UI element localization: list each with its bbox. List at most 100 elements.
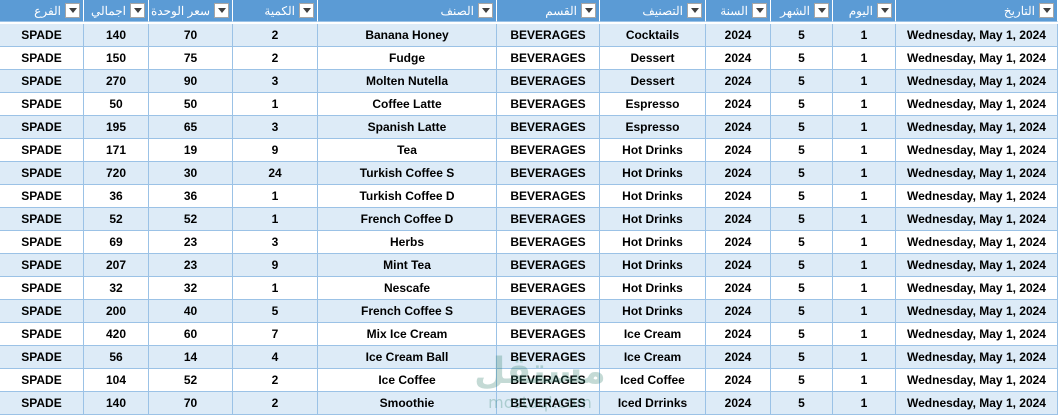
cell-unit_price[interactable]: 23	[149, 231, 233, 254]
cell-total[interactable]: 270	[84, 70, 149, 93]
cell-qty[interactable]: 1	[233, 185, 318, 208]
cell-day[interactable]: 1	[833, 346, 896, 369]
cell-category[interactable]: Ice Cream	[600, 346, 706, 369]
cell-month[interactable]: 5	[771, 254, 833, 277]
cell-qty[interactable]: 9	[233, 139, 318, 162]
cell-category[interactable]: Hot Drinks	[600, 254, 706, 277]
column-header-branch[interactable]: الفرع	[0, 0, 84, 22]
column-header-month[interactable]: الشهر	[771, 0, 833, 22]
column-header-unit_price[interactable]: سعر الوحدة	[149, 0, 233, 22]
cell-date[interactable]: Wednesday, May 1, 2024	[896, 116, 1058, 139]
cell-total[interactable]: 36	[84, 185, 149, 208]
filter-dropdown-branch[interactable]	[65, 3, 80, 18]
cell-department[interactable]: BEVERAGES	[497, 300, 600, 323]
column-header-date[interactable]: التاريخ	[896, 0, 1058, 22]
cell-year[interactable]: 2024	[706, 277, 771, 300]
column-header-day[interactable]: اليوم	[833, 0, 896, 22]
filter-dropdown-category[interactable]	[687, 3, 702, 18]
cell-item[interactable]: Smoothie	[318, 392, 497, 415]
cell-year[interactable]: 2024	[706, 323, 771, 346]
cell-day[interactable]: 1	[833, 254, 896, 277]
cell-total[interactable]: 69	[84, 231, 149, 254]
cell-branch[interactable]: SPADE	[0, 392, 84, 415]
cell-day[interactable]: 1	[833, 185, 896, 208]
cell-month[interactable]: 5	[771, 47, 833, 70]
cell-unit_price[interactable]: 14	[149, 346, 233, 369]
cell-department[interactable]: BEVERAGES	[497, 369, 600, 392]
cell-branch[interactable]: SPADE	[0, 254, 84, 277]
cell-category[interactable]: Hot Drinks	[600, 208, 706, 231]
cell-date[interactable]: Wednesday, May 1, 2024	[896, 369, 1058, 392]
cell-date[interactable]: Wednesday, May 1, 2024	[896, 47, 1058, 70]
column-header-year[interactable]: السنة	[706, 0, 771, 22]
cell-total[interactable]: 32	[84, 277, 149, 300]
filter-dropdown-item[interactable]	[478, 3, 493, 18]
cell-year[interactable]: 2024	[706, 47, 771, 70]
cell-day[interactable]: 1	[833, 369, 896, 392]
cell-qty[interactable]: 5	[233, 300, 318, 323]
cell-month[interactable]: 5	[771, 208, 833, 231]
cell-date[interactable]: Wednesday, May 1, 2024	[896, 208, 1058, 231]
column-header-category[interactable]: التصنيف	[600, 0, 706, 22]
cell-month[interactable]: 5	[771, 300, 833, 323]
cell-unit_price[interactable]: 90	[149, 70, 233, 93]
cell-total[interactable]: 56	[84, 346, 149, 369]
cell-day[interactable]: 1	[833, 231, 896, 254]
cell-year[interactable]: 2024	[706, 70, 771, 93]
cell-unit_price[interactable]: 65	[149, 116, 233, 139]
cell-total[interactable]: 140	[84, 392, 149, 415]
column-header-qty[interactable]: الكمية	[233, 0, 318, 22]
cell-item[interactable]: Turkish Coffee D	[318, 185, 497, 208]
cell-total[interactable]: 52	[84, 208, 149, 231]
cell-branch[interactable]: SPADE	[0, 208, 84, 231]
cell-date[interactable]: Wednesday, May 1, 2024	[896, 185, 1058, 208]
cell-month[interactable]: 5	[771, 323, 833, 346]
cell-branch[interactable]: SPADE	[0, 277, 84, 300]
cell-month[interactable]: 5	[771, 162, 833, 185]
cell-date[interactable]: Wednesday, May 1, 2024	[896, 93, 1058, 116]
cell-month[interactable]: 5	[771, 185, 833, 208]
cell-item[interactable]: Tea	[318, 139, 497, 162]
cell-qty[interactable]: 2	[233, 369, 318, 392]
cell-year[interactable]: 2024	[706, 116, 771, 139]
cell-qty[interactable]: 4	[233, 346, 318, 369]
cell-year[interactable]: 2024	[706, 208, 771, 231]
cell-total[interactable]: 50	[84, 93, 149, 116]
cell-unit_price[interactable]: 70	[149, 392, 233, 415]
cell-day[interactable]: 1	[833, 392, 896, 415]
column-header-department[interactable]: القسم	[497, 0, 600, 22]
cell-category[interactable]: Ice Cream	[600, 323, 706, 346]
cell-category[interactable]: Iced Coffee	[600, 369, 706, 392]
cell-item[interactable]: Fudge	[318, 47, 497, 70]
cell-item[interactable]: Coffee Latte	[318, 93, 497, 116]
cell-qty[interactable]: 2	[233, 24, 318, 47]
cell-branch[interactable]: SPADE	[0, 116, 84, 139]
cell-day[interactable]: 1	[833, 70, 896, 93]
cell-category[interactable]: Espresso	[600, 93, 706, 116]
cell-branch[interactable]: SPADE	[0, 346, 84, 369]
cell-category[interactable]: Hot Drinks	[600, 185, 706, 208]
cell-department[interactable]: BEVERAGES	[497, 323, 600, 346]
cell-department[interactable]: BEVERAGES	[497, 254, 600, 277]
cell-total[interactable]: 140	[84, 24, 149, 47]
cell-year[interactable]: 2024	[706, 300, 771, 323]
cell-item[interactable]: Spanish Latte	[318, 116, 497, 139]
cell-day[interactable]: 1	[833, 139, 896, 162]
filter-dropdown-unit_price[interactable]	[214, 3, 229, 18]
cell-day[interactable]: 1	[833, 24, 896, 47]
cell-day[interactable]: 1	[833, 162, 896, 185]
cell-unit_price[interactable]: 52	[149, 208, 233, 231]
cell-day[interactable]: 1	[833, 300, 896, 323]
cell-month[interactable]: 5	[771, 277, 833, 300]
cell-qty[interactable]: 3	[233, 116, 318, 139]
cell-category[interactable]: Cocktails	[600, 24, 706, 47]
cell-month[interactable]: 5	[771, 24, 833, 47]
cell-month[interactable]: 5	[771, 392, 833, 415]
cell-day[interactable]: 1	[833, 116, 896, 139]
cell-day[interactable]: 1	[833, 208, 896, 231]
cell-date[interactable]: Wednesday, May 1, 2024	[896, 162, 1058, 185]
cell-month[interactable]: 5	[771, 369, 833, 392]
cell-department[interactable]: BEVERAGES	[497, 93, 600, 116]
cell-total[interactable]: 150	[84, 47, 149, 70]
cell-category[interactable]: Dessert	[600, 47, 706, 70]
